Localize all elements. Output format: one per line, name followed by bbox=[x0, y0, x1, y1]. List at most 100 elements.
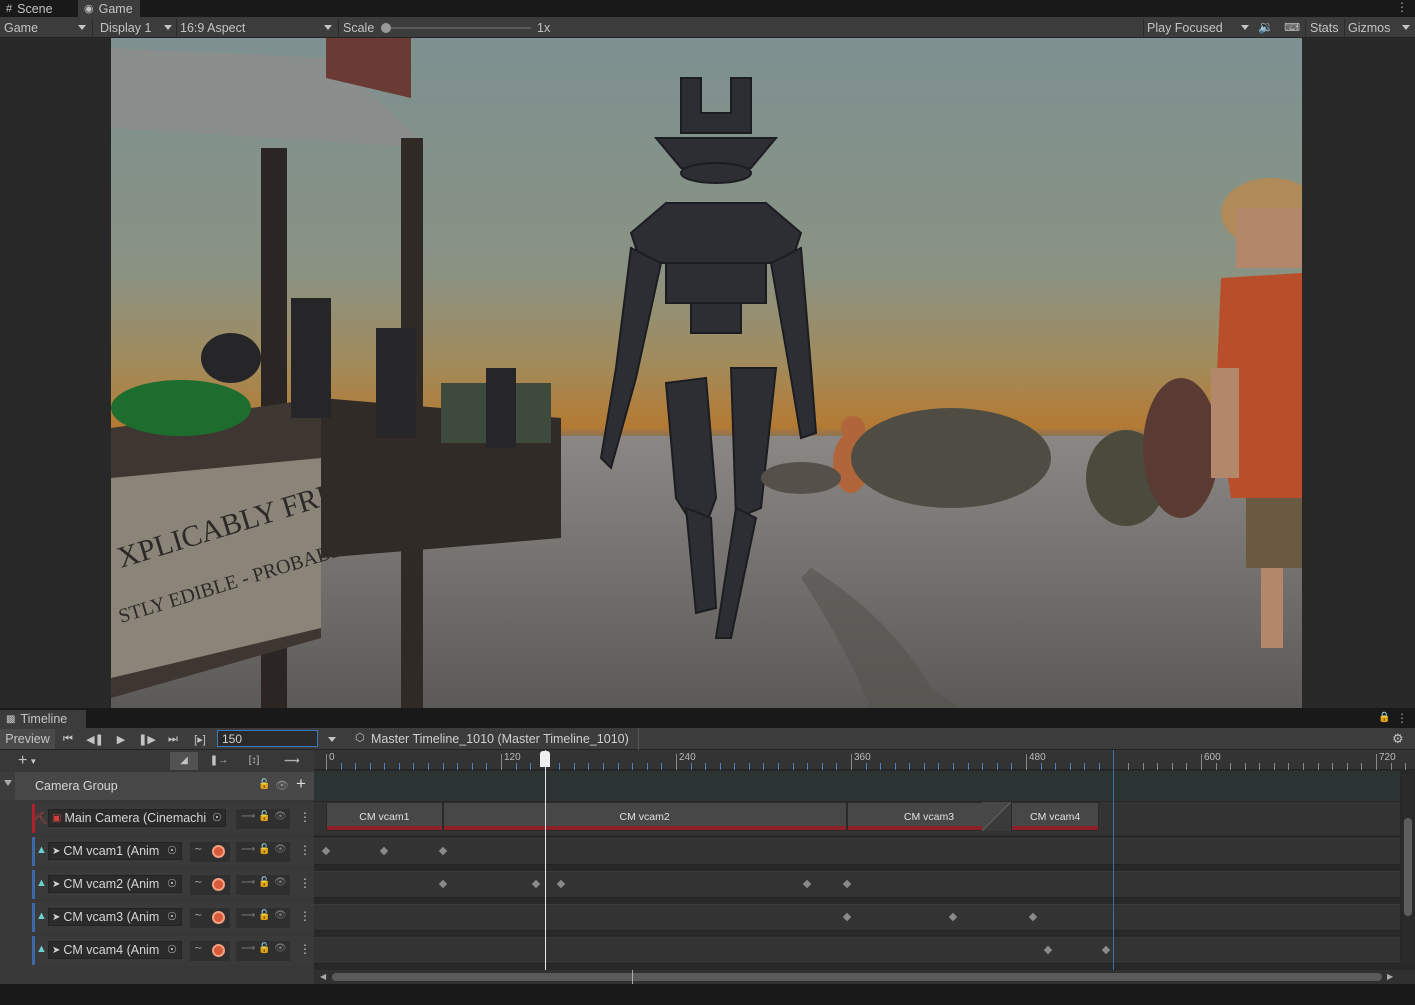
track-vcam1[interactable]: ▲ ➤ CM vcam1 (Anim ☉ ∼ ⟿ 🔓 👁 ⋮ bbox=[0, 835, 314, 868]
ripple-mode-icon[interactable]: ◢ bbox=[170, 752, 198, 770]
scroll-right-icon[interactable]: ▶ bbox=[1387, 972, 1393, 981]
eye-icon[interactable]: 👁 bbox=[274, 811, 287, 822]
track-main-camera[interactable]: ⛏ ▣ Main Camera (Cinemachi ☉ ⟿ 🔓 👁 ⋮ bbox=[0, 802, 314, 835]
horizontal-scrollbar[interactable]: ◀ ▶ bbox=[0, 970, 1415, 984]
playhead[interactable] bbox=[544, 750, 546, 970]
object-picker-icon[interactable]: ☉ bbox=[167, 844, 177, 857]
record-icon[interactable] bbox=[212, 911, 225, 924]
eye-icon[interactable]: 👁 bbox=[274, 910, 287, 921]
timeline-asset-breadcrumb[interactable]: Master Timeline_1010 (Master Timeline_10… bbox=[371, 732, 629, 746]
track-name[interactable]: ➤ CM vcam1 (Anim bbox=[48, 842, 182, 860]
gear-icon[interactable]: ⚙ bbox=[1392, 731, 1404, 747]
go-to-start-icon[interactable]: ⏮ bbox=[57, 729, 79, 749]
tab-timeline[interactable]: ▩ Timeline bbox=[0, 710, 86, 728]
vertical-scrollbar-thumb[interactable] bbox=[1404, 818, 1412, 916]
game-render[interactable]: XPLICABLY FREE FISH! STLY EDIBLE - PROBA… bbox=[111, 38, 1302, 708]
ruler-minor-tick bbox=[967, 763, 969, 770]
previous-frame-icon[interactable]: ◀❚ bbox=[84, 729, 106, 749]
lock-icon[interactable]: 🔓 bbox=[258, 943, 270, 954]
track-name[interactable]: ➤ CM vcam4 (Anim bbox=[48, 941, 182, 959]
record-icon[interactable] bbox=[212, 878, 225, 891]
lock-icon[interactable]: 🔓 bbox=[258, 910, 270, 921]
track-vcam2[interactable]: ▲ ➤ CM vcam2 (Anim ☉ ∼ ⟿ 🔓 👁 ⋮ bbox=[0, 868, 314, 901]
timeline-clip[interactable]: CM vcam4 bbox=[1011, 802, 1099, 831]
tab-scene[interactable]: # Scene bbox=[0, 0, 74, 17]
track-menu-icon[interactable]: ⋮ bbox=[299, 942, 311, 956]
object-picker-icon[interactable]: ☉ bbox=[167, 910, 177, 923]
play-mode-dropdown[interactable]: Play Focused bbox=[1143, 17, 1253, 38]
add-track-button[interactable]: + ▼ bbox=[18, 752, 48, 770]
time-ruler[interactable]: 0 120 240 360 480 600 720 bbox=[314, 750, 1415, 770]
track-vcam4[interactable]: ▲ ➤ CM vcam4 (Anim ☉ ∼ ⟿ 🔓 👁 ⋮ bbox=[0, 934, 314, 967]
gizmos-dropdown[interactable]: Gizmos bbox=[1344, 17, 1414, 38]
timeline-clip[interactable]: CM vcam2 bbox=[442, 802, 847, 831]
lock-icon[interactable]: 🔓 bbox=[258, 779, 270, 790]
snap-icon[interactable]: ❚→ bbox=[205, 752, 233, 770]
timeline-clip[interactable]: CM vcam1 bbox=[326, 802, 443, 831]
frame-field[interactable] bbox=[217, 730, 318, 747]
record-icon[interactable] bbox=[212, 944, 225, 957]
play-icon[interactable]: ▶ bbox=[110, 729, 132, 749]
pin-icon[interactable]: ⟿ bbox=[241, 877, 255, 888]
track-menu-icon[interactable]: ⋮ bbox=[299, 876, 311, 890]
scroll-left-icon[interactable]: ◀ bbox=[320, 972, 326, 981]
object-picker-icon[interactable]: ☉ bbox=[167, 877, 177, 890]
key-track-row[interactable] bbox=[314, 871, 1400, 898]
display-dropdown[interactable]: Display 1 bbox=[96, 17, 176, 38]
curves-icon[interactable]: ∼ bbox=[194, 910, 202, 921]
pin-icon[interactable]: ⟿ bbox=[278, 752, 306, 770]
play-range-icon[interactable]: [▸] bbox=[189, 729, 211, 749]
tab-game[interactable]: ◉ Game bbox=[78, 0, 140, 17]
add-icon[interactable]: + bbox=[296, 774, 306, 794]
aspect-dropdown[interactable]: 16:9 Aspect bbox=[176, 17, 336, 38]
pin-icon[interactable]: ⟿ bbox=[241, 811, 255, 822]
lock-icon[interactable]: 🔒 bbox=[1378, 712, 1390, 724]
object-picker-icon[interactable]: ☉ bbox=[212, 811, 222, 824]
cinemachine-clip-row[interactable]: CM vcam1 CM vcam2 CM vcam3 CM vcam4 bbox=[314, 802, 1400, 835]
curves-icon[interactable]: ∼ bbox=[194, 844, 202, 855]
timeline-tracks-area[interactable]: 0 120 240 360 480 600 720 CM vcam1 CM vcam2 CM v… bbox=[314, 750, 1415, 970]
frame-all-icon[interactable]: [↕] bbox=[240, 752, 268, 770]
track-name[interactable]: ➤ CM vcam3 (Anim bbox=[48, 908, 182, 926]
eye-icon[interactable]: 👁 bbox=[274, 844, 287, 855]
scale-slider-handle[interactable] bbox=[381, 23, 391, 33]
lock-icon[interactable]: 🔓 bbox=[258, 844, 270, 855]
eye-icon[interactable]: 👁 bbox=[275, 779, 289, 792]
track-name[interactable]: ▣ Main Camera (Cinemachi bbox=[48, 809, 226, 827]
object-picker-icon[interactable]: ☉ bbox=[167, 943, 177, 956]
pin-icon[interactable]: ⟿ bbox=[241, 910, 255, 921]
track-vcam3[interactable]: ▲ ➤ CM vcam3 (Anim ☉ ∼ ⟿ 🔓 👁 ⋮ bbox=[0, 901, 314, 934]
track-menu-icon[interactable]: ⋮ bbox=[299, 810, 311, 824]
curves-icon[interactable]: ∼ bbox=[194, 943, 202, 954]
track-group-camera[interactable]: Camera Group 🔓 👁 + bbox=[0, 772, 314, 800]
lock-icon[interactable]: 🔓 bbox=[258, 811, 270, 822]
key-track-row[interactable] bbox=[314, 904, 1400, 931]
playhead-handle[interactable] bbox=[539, 751, 550, 767]
lock-icon[interactable]: 🔓 bbox=[258, 877, 270, 888]
key-track-row[interactable] bbox=[314, 937, 1400, 964]
more-menu-icon[interactable]: ⋮ bbox=[1396, 0, 1408, 17]
record-icon[interactable] bbox=[212, 845, 225, 858]
pin-icon[interactable]: ⟿ bbox=[241, 844, 255, 855]
keyboard-icon[interactable]: ⌨ bbox=[1281, 17, 1303, 38]
eye-icon[interactable]: 👁 bbox=[274, 877, 287, 888]
stats-button[interactable]: Stats bbox=[1306, 17, 1344, 38]
more-menu-icon[interactable]: ⋮ bbox=[1396, 711, 1408, 725]
frame-format-dropdown[interactable] bbox=[322, 729, 342, 749]
preview-button[interactable]: Preview bbox=[0, 729, 55, 749]
scale-slider[interactable] bbox=[386, 27, 531, 29]
horizontal-scrollbar-thumb[interactable] bbox=[332, 973, 1382, 981]
eye-icon[interactable]: 👁 bbox=[274, 943, 287, 954]
collapse-arrow-icon[interactable] bbox=[4, 780, 12, 786]
audio-icon[interactable]: 🔉 bbox=[1255, 17, 1277, 38]
mode-dropdown[interactable]: Game bbox=[0, 17, 90, 38]
key-track-row[interactable] bbox=[314, 838, 1400, 865]
curves-icon[interactable]: ∼ bbox=[194, 877, 202, 888]
track-menu-icon[interactable]: ⋮ bbox=[299, 843, 311, 857]
next-frame-icon[interactable]: ❚▶ bbox=[136, 729, 158, 749]
vertical-scrollbar[interactable] bbox=[1402, 774, 1414, 964]
track-menu-icon[interactable]: ⋮ bbox=[299, 909, 311, 923]
go-to-end-icon[interactable]: ⏭ bbox=[162, 729, 184, 749]
pin-icon[interactable]: ⟿ bbox=[241, 943, 255, 954]
track-name[interactable]: ➤ CM vcam2 (Anim bbox=[48, 875, 182, 893]
